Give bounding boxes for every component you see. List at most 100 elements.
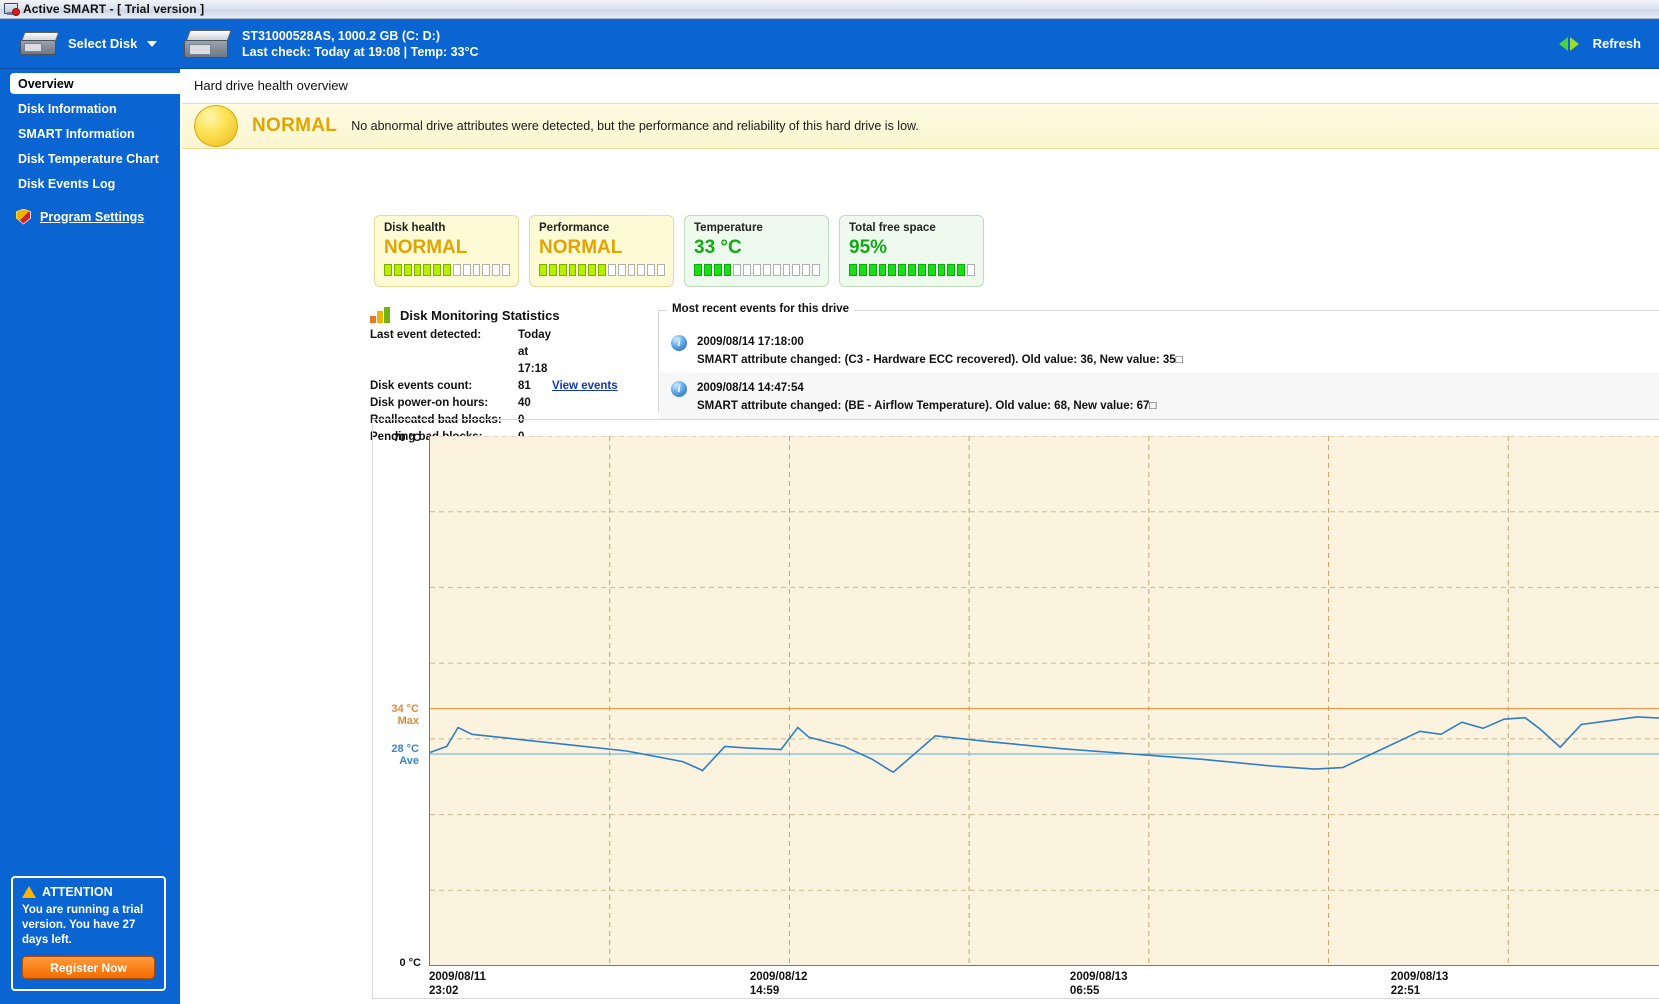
card-value: NORMAL xyxy=(539,237,623,258)
y-axis-marker-max: 34 °C Max xyxy=(371,703,419,727)
gauge-segment xyxy=(598,264,606,276)
events-legend: Most recent events for this drive xyxy=(667,303,855,315)
gauge-segment xyxy=(888,264,897,276)
app-disk-icon xyxy=(4,2,20,16)
gauge-segment xyxy=(947,264,956,276)
chart-svg xyxy=(429,435,1659,966)
card-value: 95% xyxy=(849,237,888,258)
card-disk-health: Disk health NORMAL xyxy=(374,215,519,287)
gauge-segment xyxy=(812,264,820,276)
page-title: Hard drive health overview xyxy=(194,78,348,93)
gauge-segment xyxy=(588,264,597,276)
gauge-segment xyxy=(578,264,587,276)
recent-events-panel: Most recent events for this drive i 2009… xyxy=(658,303,1659,419)
gauge-segment xyxy=(482,264,491,276)
event-text: SMART attribute changed: (C3 - Hardware … xyxy=(697,354,1183,366)
gauge-segment xyxy=(743,264,752,276)
gauge-segment xyxy=(492,264,501,276)
drive-temperature-chart-panel: Drive te Temperature M 70 °C 0 °C 34 ° xyxy=(372,419,1659,999)
sidebar-item-program-settings[interactable]: Program Settings xyxy=(0,206,180,227)
sidebar-item-smart-information[interactable]: SMART Information xyxy=(0,123,180,144)
gauge-segment xyxy=(957,264,966,276)
chevron-down-icon xyxy=(147,40,158,47)
register-now-button[interactable]: Register Now xyxy=(22,956,155,979)
sidebar-item-overview[interactable]: Overview xyxy=(10,73,180,94)
stats-row-value: 40 xyxy=(518,397,531,409)
y-axis-tick-bottom: 0 °C xyxy=(399,957,421,969)
stats-row-key: Last event detected: xyxy=(370,329,482,341)
refresh-button[interactable]: Refresh xyxy=(1558,19,1641,68)
marker-max-name: Max xyxy=(397,715,419,727)
sidebar-item-label: Disk Information xyxy=(18,101,117,116)
bar-chart-icon xyxy=(370,307,392,323)
gauge-segment xyxy=(703,264,712,276)
gauge-segment xyxy=(782,264,791,276)
gauge-segment xyxy=(898,264,907,276)
y-axis-marker-ave: 28 °C Ave xyxy=(371,743,419,767)
card-title: Performance xyxy=(539,222,610,234)
sidebar-item-label: Overview xyxy=(18,76,74,91)
stats-row: Disk events count: 81 View events xyxy=(370,378,660,395)
gauge-segment xyxy=(694,264,702,276)
chart-plot-area: Temperature M xyxy=(429,435,1659,966)
gauge-segment xyxy=(772,264,781,276)
card-gauge xyxy=(849,264,975,276)
marker-ave-value: 28 °C xyxy=(391,743,419,755)
sidebar-item-label: Program Settings xyxy=(40,209,145,224)
sidebar: Overview Disk Information SMART Informat… xyxy=(0,69,180,1004)
marker-max-value: 34 °C xyxy=(391,703,419,715)
smiley-icon xyxy=(194,105,238,147)
gauge-segment xyxy=(937,264,946,276)
card-value: NORMAL xyxy=(384,237,468,258)
sidebar-item-label: SMART Information xyxy=(18,126,135,141)
drive-model-line: ST31000528AS, 1000.2 GB (C: D:) xyxy=(242,28,441,43)
x-axis-tick-label: 2009/08/11 23:02 xyxy=(429,971,486,997)
card-gauge xyxy=(384,264,510,276)
hard-drive-icon-large xyxy=(184,29,232,59)
card-total-free-space: Total free space 95% xyxy=(839,215,984,287)
list-item[interactable]: i 2009/08/14 14:47:54 SMART attribute ch… xyxy=(659,373,1659,419)
sidebar-item-disk-events-log[interactable]: Disk Events Log xyxy=(0,173,180,194)
refresh-label: Refresh xyxy=(1592,36,1641,51)
stats-heading: Disk Monitoring Statistics xyxy=(400,307,560,323)
hard-drive-icon xyxy=(19,31,60,56)
gauge-segment xyxy=(568,264,577,276)
select-disk-label: Select Disk xyxy=(68,36,138,51)
gauge-segment xyxy=(908,264,916,276)
gauge-segment xyxy=(657,264,665,276)
status-message: No abnormal drive attributes were detect… xyxy=(351,119,919,133)
gauge-segment xyxy=(849,264,857,276)
gauge-segment xyxy=(762,264,771,276)
gauge-segment xyxy=(627,264,636,276)
gauge-segment xyxy=(607,264,616,276)
view-events-link[interactable]: View events xyxy=(552,378,618,395)
event-time: 2009/08/14 17:18:00 xyxy=(697,336,804,348)
info-icon: i xyxy=(671,381,687,397)
gauge-segment xyxy=(647,264,656,276)
x-axis-tick-label: 2009/08/13 06:55 xyxy=(1069,971,1128,997)
refresh-icon xyxy=(1558,36,1579,52)
list-item[interactable]: i 2009/08/14 17:18:00 SMART attribute ch… xyxy=(659,327,1659,373)
gauge-segment xyxy=(927,264,936,276)
trial-notice: ATTENTION You are running a trial versio… xyxy=(11,876,166,991)
card-title: Disk health xyxy=(384,222,446,234)
window-title-bar: Active SMART - [ Trial version ] xyxy=(0,0,1659,19)
drive-status-line: Last check: Today at 19:08 | Temp: 33°C xyxy=(242,44,479,59)
card-gauge xyxy=(694,264,820,276)
sidebar-item-disk-temperature-chart[interactable]: Disk Temperature Chart xyxy=(0,148,180,169)
event-text: SMART attribute changed: (BE - Airflow T… xyxy=(697,400,1157,412)
gauge-segment xyxy=(393,264,402,276)
gauge-segment xyxy=(723,264,732,276)
app-header-bar: Select Disk ST31000528AS, 1000.2 GB (C: … xyxy=(0,19,1659,69)
select-disk-button[interactable]: Select Disk xyxy=(19,31,170,56)
card-title: Temperature xyxy=(694,222,763,234)
sidebar-item-disk-information[interactable]: Disk Information xyxy=(0,98,180,119)
gauge-segment xyxy=(617,264,626,276)
shield-icon xyxy=(16,208,31,225)
trial-body: You are running a trial version. You hav… xyxy=(22,904,144,946)
trial-heading: ATTENTION xyxy=(42,885,113,899)
gauge-segment xyxy=(452,264,461,276)
gauge-segment xyxy=(403,264,412,276)
gauge-segment xyxy=(413,264,422,276)
gauge-segment xyxy=(792,264,801,276)
